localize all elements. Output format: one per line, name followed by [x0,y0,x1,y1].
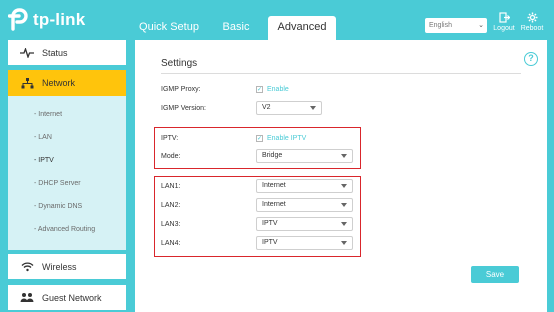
tab-advanced[interactable]: Advanced [268,16,336,40]
mode-label: Mode: [161,153,181,160]
sidebar-subitem-dynamic-dns[interactable]: - Dynamic DNS [34,203,82,210]
network-submenu: - Internet - LAN - IPTV - DHCP Server - … [8,96,126,250]
igmp-version-label: IGMP Version: [161,105,207,112]
chevron-down-icon: ⌄ [478,22,484,29]
lan1-value: Internet [262,182,286,189]
lan4-select[interactable]: IPTV [256,236,353,250]
settings-panel: ? Settings IGMP Proxy: ✓ Enable IGMP Ver… [135,40,547,312]
reboot-icon [527,12,537,23]
dropdown-arrow-icon [310,106,316,110]
igmp-version-select[interactable]: V2 [256,101,322,115]
wifi-icon [20,261,34,273]
sidebar-item-label: Network [42,78,76,88]
lan2-select[interactable]: Internet [256,198,353,212]
users-icon [20,292,34,304]
lan1-label: LAN1: [161,183,181,190]
sidebar-item-label: Wireless [42,261,77,272]
checkmark-icon: ✓ [256,86,263,93]
help-icon[interactable]: ? [524,52,538,66]
lan1-select[interactable]: Internet [256,179,353,193]
igmp-version-value: V2 [262,104,271,111]
logo-text: tp-link [33,10,86,29]
enable-iptv-checkbox[interactable]: ✓ Enable IPTV [256,135,306,142]
section-title: Settings [161,58,198,69]
tab-basic[interactable]: Basic [216,16,256,40]
enable-iptv-check-label: Enable IPTV [267,135,307,142]
tab-quick-setup[interactable]: Quick Setup [136,16,202,40]
checkmark-icon: ✓ [256,135,263,142]
dropdown-arrow-icon [341,184,347,188]
network-icon [20,77,34,89]
logout-button[interactable]: Logout [491,12,517,32]
igmp-proxy-checkbox[interactable]: ✓ Enable [256,86,289,93]
section-divider [161,73,521,74]
pulse-icon [20,47,34,59]
mode-select[interactable]: Bridge [256,149,353,163]
mode-value: Bridge [262,152,283,159]
reboot-label: Reboot [520,25,544,32]
lan2-label: LAN2: [161,202,181,209]
lan3-value: IPTV [262,220,278,227]
lan3-label: LAN3: [161,221,181,228]
sidebar-subitem-advanced-routing[interactable]: - Advanced Routing [34,226,95,233]
lan3-select[interactable]: IPTV [256,217,353,231]
sidebar-item-wireless[interactable]: Wireless [8,254,126,279]
sidebar: Status Network - Internet - LAN - IPTV -… [8,40,126,312]
iptv-label: IPTV: [161,135,179,142]
sidebar-item-status[interactable]: Status [8,40,126,65]
lan2-value: Internet [262,201,286,208]
logout-icon [498,12,510,23]
sidebar-item-label: Guest Network [42,292,102,303]
language-value: English [429,22,452,29]
dropdown-arrow-icon [341,222,347,226]
lan4-label: LAN4: [161,240,181,247]
tp-link-logo-icon [8,8,28,31]
sidebar-subitem-iptv[interactable]: - IPTV [34,157,54,164]
sidebar-item-network[interactable]: Network [8,70,126,96]
igmp-proxy-label: IGMP Proxy: [161,86,201,93]
dropdown-arrow-icon [341,241,347,245]
sidebar-item-guest-network[interactable]: Guest Network [8,285,126,310]
logout-label: Logout [493,25,515,32]
language-select[interactable]: English ⌄ [425,18,487,33]
dropdown-arrow-icon [341,154,347,158]
top-bar: tp-link Quick Setup Basic Advanced Engli… [0,0,554,40]
lan4-value: IPTV [262,239,278,246]
sidebar-subitem-internet[interactable]: - Internet [34,111,62,118]
sidebar-subitem-dhcp-server[interactable]: - DHCP Server [34,180,81,187]
sidebar-subitem-lan[interactable]: - LAN [34,134,52,141]
igmp-proxy-check-label: Enable [267,86,289,93]
reboot-button[interactable]: Reboot [519,12,545,32]
save-button[interactable]: Save [471,266,519,283]
tp-link-logo: tp-link [8,6,85,34]
dropdown-arrow-icon [341,203,347,207]
sidebar-item-label: Status [42,47,68,58]
